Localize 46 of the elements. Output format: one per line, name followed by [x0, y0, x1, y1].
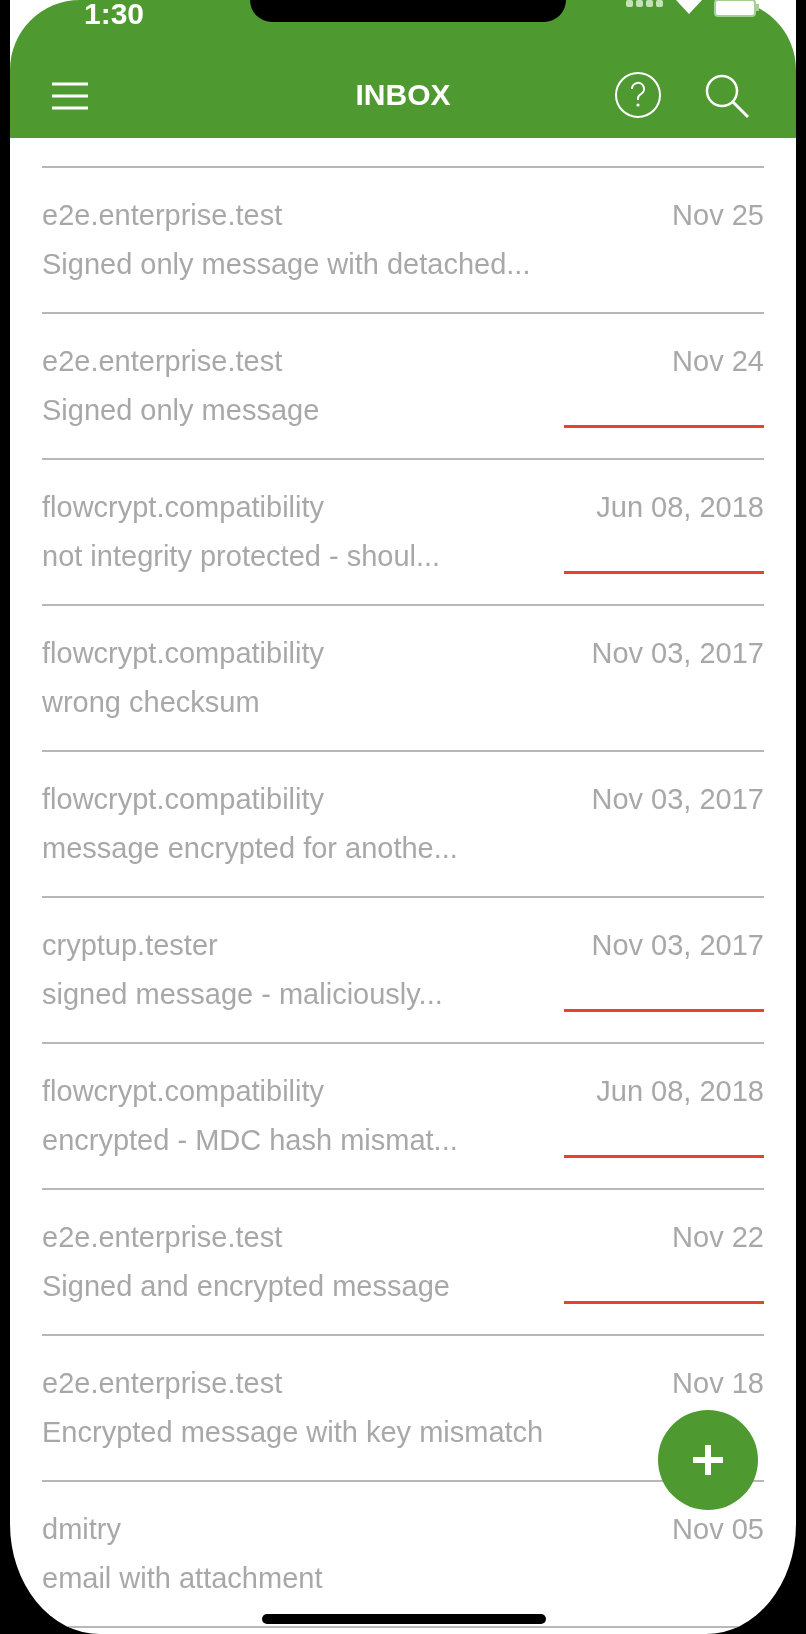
date: Nov 18	[672, 1367, 764, 1400]
date: Nov 22	[672, 1221, 764, 1254]
message-row[interactable]: e2e.enterprise.test Nov 24 Signed only message	[42, 314, 764, 460]
menu-icon[interactable]	[52, 82, 88, 110]
date: Nov 05	[672, 1513, 764, 1546]
sender: flowcrypt.compatibility	[42, 1075, 325, 1108]
wifi-icon	[674, 0, 704, 14]
date: Nov 03, 2017	[591, 929, 764, 962]
message-row[interactable]: flowcrypt.compatibility Jun 08, 2018 not integrity protected - shoul...	[42, 460, 764, 606]
screen-title: INBOX	[355, 78, 451, 112]
sender: e2e.enterprise.test	[42, 345, 283, 378]
subject: wrong checksum	[42, 686, 260, 719]
subject: signed message - maliciously...	[42, 978, 443, 1011]
date: Jun 08, 2018	[596, 491, 764, 524]
subject: encrypted - MDC hash mismat...	[42, 1124, 458, 1157]
date: Nov 25	[672, 199, 764, 232]
subject: Signed only message with detached...	[42, 248, 531, 281]
sender: flowcrypt.compatibility	[42, 637, 325, 670]
message-row[interactable]: flowcrypt.compatibility Jun 08, 2018 encrypted - MDC hash mismat...	[42, 1044, 764, 1190]
message-row[interactable]: cryptup.tester Nov 03, 2017 signed message - maliciously...	[42, 898, 764, 1044]
clock: 1:30	[84, 0, 145, 31]
date: Nov 03, 2017	[591, 783, 764, 816]
message-row[interactable]: e2e.enterprise.test Nov 25 Signed only message with detached...	[42, 168, 764, 314]
plus-icon	[693, 1445, 723, 1475]
sender: e2e.enterprise.test	[42, 1367, 283, 1400]
message-row[interactable]: e2e.enterprise.test Nov 22 Signed and encrypted message	[42, 1190, 764, 1336]
subject: Encrypted message with key mismatch	[42, 1416, 544, 1449]
sender: e2e.enterprise.test	[42, 1221, 283, 1254]
signal-icon	[626, 0, 664, 8]
sender: flowcrypt.compatibility	[42, 491, 325, 524]
subject: Signed only message	[42, 394, 320, 427]
subject: message encrypted for anothe...	[42, 832, 458, 865]
date: Nov 24	[672, 345, 764, 378]
sender: e2e.enterprise.test	[42, 199, 283, 232]
sender: dmitry	[42, 1513, 121, 1546]
help-icon[interactable]	[614, 71, 662, 119]
sender: flowcrypt.compatibility	[42, 783, 325, 816]
message-row[interactable]: flowcrypt.compatibility Nov 03, 2017 wrong checksum	[42, 606, 764, 752]
date: Jun 08, 2018	[596, 1075, 764, 1108]
message-row[interactable]: flowcrypt.compatibility Nov 03, 2017 message encrypted for anothe...	[42, 752, 764, 898]
search-icon[interactable]	[704, 73, 750, 119]
subject: Signed and encrypted message	[42, 1270, 450, 1303]
date: Nov 03, 2017	[591, 637, 764, 670]
sender: cryptup.tester	[42, 929, 218, 962]
subject: not integrity protected - shoul...	[42, 540, 441, 573]
subject: email with attachment	[42, 1562, 323, 1595]
